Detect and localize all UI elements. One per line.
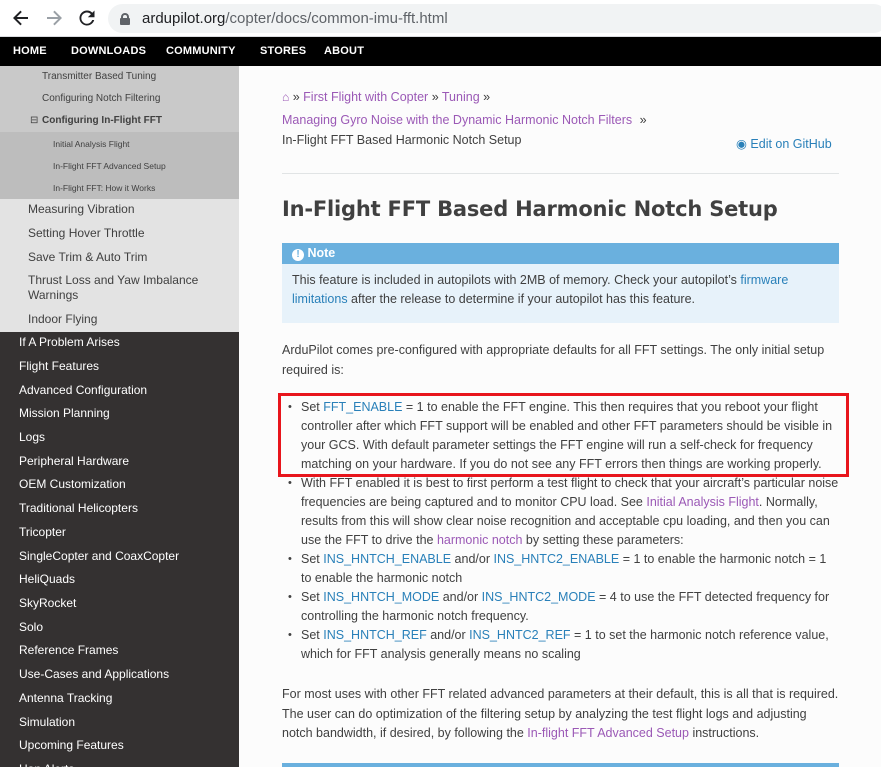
browser-toolbar: ardupilot.org/copter/docs/common-imu-fft… — [0, 0, 881, 37]
fft-advanced-setup-link[interactable]: In-flight FFT Advanced Setup — [527, 726, 689, 740]
sidebar-item-singlecopter-and-coaxcopter[interactable]: SingleCopter and CoaxCopter — [0, 547, 239, 570]
page-title: In-Flight FFT Based Harmonic Notch Setup — [282, 197, 778, 221]
sidebar: Transmitter Based Tuning Configuring Not… — [0, 66, 239, 767]
sidebar-item-heliquads[interactable]: HeliQuads — [0, 570, 239, 593]
ins-hntch-ref-link[interactable]: INS_HNTCH_REF — [323, 628, 427, 642]
sidebar-item-peripheral-hardware[interactable]: Peripheral Hardware — [0, 452, 239, 475]
nav-stores[interactable]: STORES — [260, 45, 306, 57]
sidebar-item-inflight-fft[interactable]: ⊟ Configuring In-Flight FFT — [0, 110, 239, 132]
ins-hntc2-mode-link[interactable]: INS_HNTC2_MODE — [482, 590, 596, 604]
sidebar-item-logs[interactable]: Logs — [0, 428, 239, 451]
sidebar-item-simulation[interactable]: Simulation — [0, 713, 239, 736]
note-admonition: ! Note This feature is included in autop… — [282, 243, 839, 323]
sidebar-item-oem-customization[interactable]: OEM Customization — [0, 475, 239, 498]
sidebar-item-fft-advanced[interactable]: In-Flight FFT Advanced Setup — [0, 155, 239, 177]
harmonic-notch-link[interactable]: harmonic notch — [437, 533, 522, 547]
nav-home[interactable]: HOME — [13, 45, 47, 57]
url-host: ardupilot.org — [142, 10, 226, 27]
list-item: Set INS_HNTCH_REF and/or INS_HNTC2_REF =… — [282, 626, 839, 664]
forward-arrow-icon[interactable] — [43, 7, 65, 29]
back-arrow-icon[interactable] — [10, 7, 32, 29]
ins-hntch-enable-link[interactable]: INS_HNTCH_ENABLE — [323, 552, 451, 566]
ins-hntc2-ref-link[interactable]: INS_HNTC2_REF — [469, 628, 570, 642]
note-header: ! Note — [282, 243, 839, 264]
intro-paragraph: ArduPilot comes pre-configured with appr… — [282, 343, 825, 377]
sidebar-item-transmitter-tuning[interactable]: Transmitter Based Tuning — [0, 66, 239, 88]
breadcrumb-tuning[interactable]: Tuning — [442, 90, 480, 104]
sidebar-item-mission-planning[interactable]: Mission Planning — [0, 404, 239, 427]
list-item: With FFT enabled it is best to first per… — [282, 474, 839, 550]
reload-icon[interactable] — [76, 7, 98, 29]
sidebar-item-antenna-tracking[interactable]: Antenna Tracking — [0, 689, 239, 712]
list-item: Set INS_HNTCH_ENABLE and/or INS_HNTC2_EN… — [282, 550, 839, 588]
sidebar-item-advanced-configuration[interactable]: Advanced Configuration — [0, 381, 239, 404]
sidebar-item-upcoming-features[interactable]: Upcoming Features — [0, 736, 239, 759]
fft-enable-link[interactable]: FFT_ENABLE — [323, 400, 402, 414]
breadcrumb-divider — [282, 173, 839, 174]
sidebar-item-solo[interactable]: Solo — [0, 618, 239, 641]
sidebar-item-han-alerts[interactable]: Han Alerts — [0, 760, 239, 767]
lock-icon — [120, 12, 130, 25]
sidebar-item-traditional-helicopters[interactable]: Traditional Helicopters — [0, 499, 239, 522]
sidebar-item-flight-features[interactable]: Flight Features — [0, 357, 239, 380]
sidebar-item-indoor-flying[interactable]: Indoor Flying — [0, 310, 239, 333]
sidebar-item-thrust-loss[interactable]: Thrust Loss and Yaw Imbalance Warnings — [0, 271, 239, 309]
breadcrumb-first-flight[interactable]: First Flight with Copter — [303, 90, 428, 104]
main-content: ⌂ » First Flight with Copter » Tuning » … — [239, 66, 881, 767]
nav-downloads[interactable]: DOWNLOADS — [71, 45, 146, 57]
ins-hntch-mode-link[interactable]: INS_HNTCH_MODE — [323, 590, 439, 604]
sidebar-item-save-trim[interactable]: Save Trim & Auto Trim — [0, 248, 239, 271]
collapse-toggle-icon[interactable]: ⊟ — [30, 113, 38, 128]
info-icon: ! — [292, 249, 304, 261]
sidebar-item-skyrocket[interactable]: SkyRocket — [0, 594, 239, 617]
initial-analysis-link[interactable]: Initial Analysis Flight — [646, 495, 759, 509]
breadcrumb-gyro-noise[interactable]: Managing Gyro Noise with the Dynamic Har… — [282, 113, 632, 127]
outro-paragraph: For most uses with other FFT related adv… — [282, 687, 839, 740]
list-item: Set INS_HNTCH_MODE and/or INS_HNTC2_MODE… — [282, 588, 839, 626]
address-bar[interactable]: ardupilot.org/copter/docs/common-imu-fft… — [108, 4, 881, 33]
sidebar-item-vibration[interactable]: Measuring Vibration — [0, 200, 239, 223]
nav-community[interactable]: COMMUNITY — [166, 45, 236, 57]
setup-list: Set FFT_ENABLE = 1 to enable the FFT eng… — [282, 398, 839, 664]
note-body: This feature is included in autopilots w… — [292, 273, 789, 306]
list-item: Set FFT_ENABLE = 1 to enable the FFT eng… — [282, 398, 839, 474]
sidebar-item-hover-throttle[interactable]: Setting Hover Throttle — [0, 224, 239, 247]
edit-on-github-link[interactable]: ◉ Edit on GitHub — [736, 136, 832, 151]
nav-about[interactable]: ABOUT — [324, 45, 364, 57]
ins-hntc2-enable-link[interactable]: INS_HNTC2_ENABLE — [493, 552, 619, 566]
url-path: /copter/docs/common-imu-fft.html — [225, 10, 448, 27]
sidebar-item-use-cases-and-applications[interactable]: Use-Cases and Applications — [0, 665, 239, 688]
home-icon[interactable]: ⌂ — [282, 90, 289, 104]
breadcrumb-line-2: Managing Gyro Noise with the Dynamic Har… — [282, 113, 647, 127]
sidebar-item-notch-filtering[interactable]: Configuring Notch Filtering — [0, 88, 239, 110]
top-navigation: HOME DOWNLOADS COMMUNITY STORES ABOUT — [0, 37, 881, 66]
breadcrumb: ⌂ » First Flight with Copter » Tuning » — [282, 90, 491, 104]
sidebar-item-fft-how[interactable]: In-Flight FFT: How it Works — [0, 177, 239, 199]
sidebar-item-tricopter[interactable]: Tricopter — [0, 523, 239, 546]
sidebar-item-initial-analysis[interactable]: Initial Analysis Flight — [0, 133, 239, 155]
next-admonition-bar — [282, 763, 839, 767]
sidebar-item-if-a-problem-arises[interactable]: If A Problem Arises — [0, 333, 239, 356]
sidebar-item-reference-frames[interactable]: Reference Frames — [0, 641, 239, 664]
github-icon: ◉ — [736, 137, 747, 151]
